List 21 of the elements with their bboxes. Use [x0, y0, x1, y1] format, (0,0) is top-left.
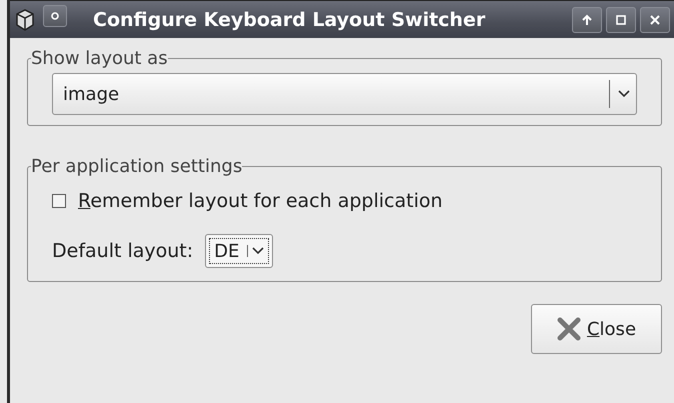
checkbox[interactable] [52, 194, 66, 208]
window-title: Configure Keyboard Layout Switcher [92, 8, 486, 30]
cube-icon [15, 8, 35, 30]
circle-icon [50, 10, 60, 20]
frame-label: Show layout as [31, 48, 168, 69]
chevron-down-icon [618, 90, 630, 98]
close-icon [649, 14, 661, 26]
raise-button[interactable] [572, 6, 602, 32]
layout-dropdown[interactable]: image [52, 73, 637, 115]
frame-label: Per application settings [31, 156, 242, 177]
checkbox-label[interactable]: Remember layout for each application [78, 190, 443, 212]
default-layout-dropdown[interactable]: DE [205, 234, 274, 268]
maximize-button[interactable] [606, 6, 636, 32]
default-layout-label: Default layout: [52, 240, 194, 262]
maximize-icon [615, 14, 627, 26]
close-dialog-button[interactable]: Close [531, 304, 662, 354]
menu-button[interactable] [43, 4, 67, 26]
close-icon [556, 317, 581, 341]
close-button[interactable] [640, 6, 670, 32]
chevron-down-icon [252, 247, 264, 255]
up-arrow-icon [581, 14, 593, 26]
